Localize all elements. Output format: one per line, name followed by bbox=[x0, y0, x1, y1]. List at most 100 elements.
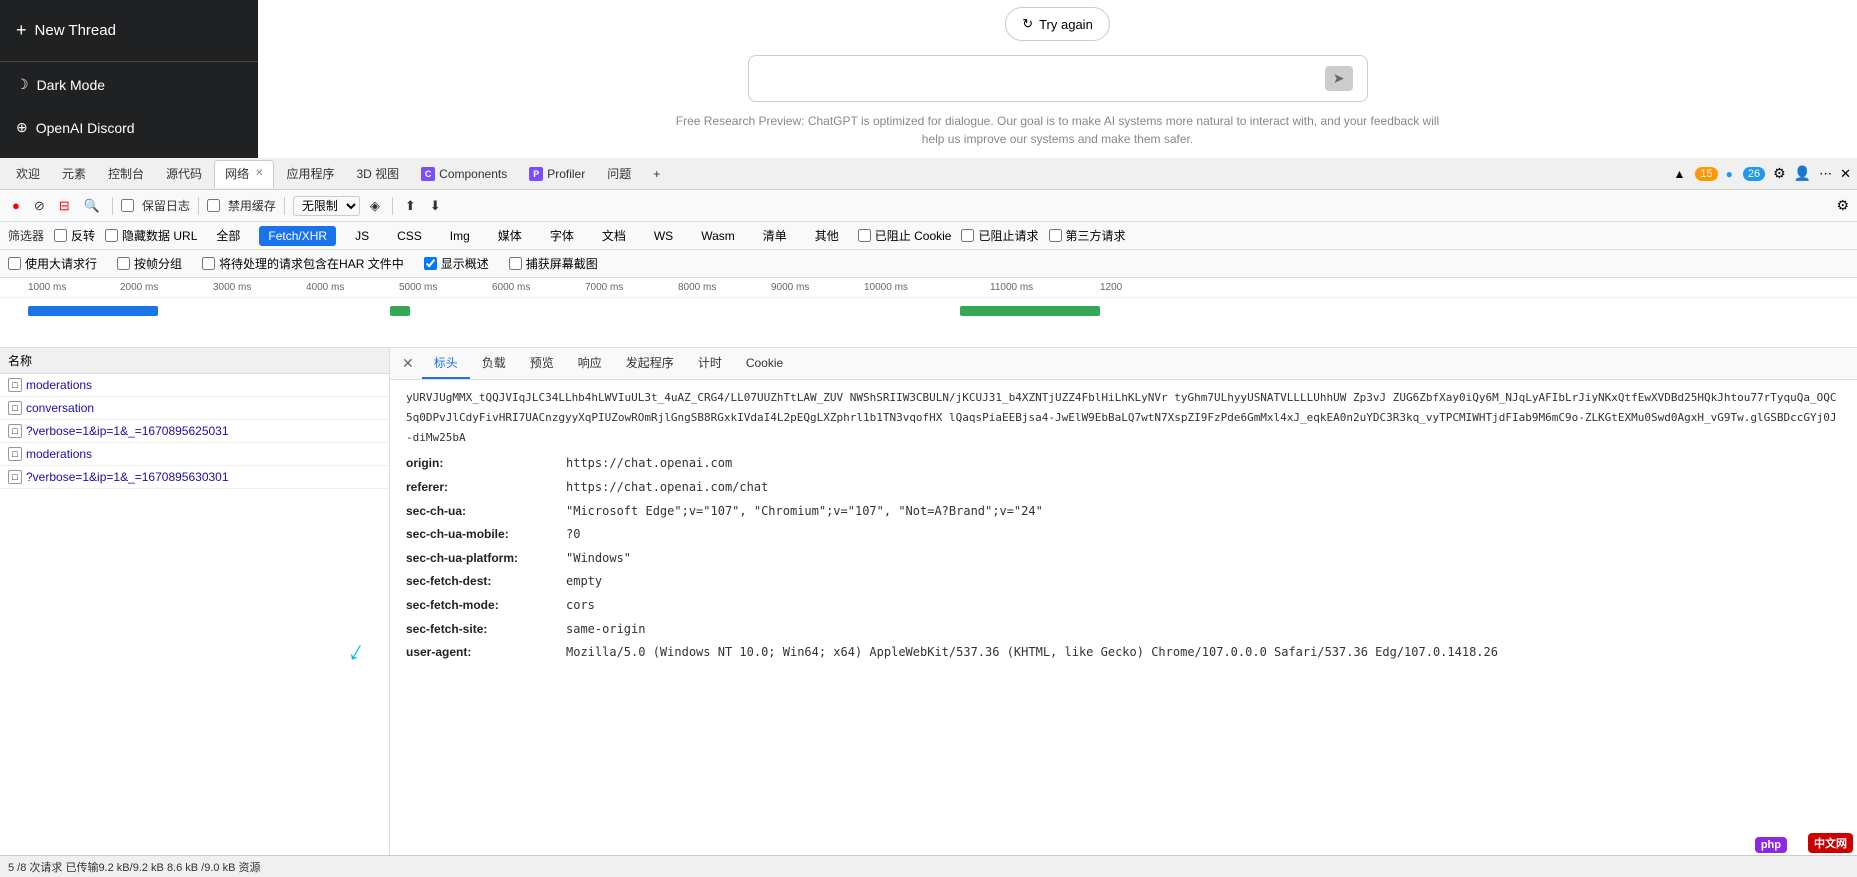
record-button[interactable]: ● bbox=[8, 196, 24, 215]
filter-blocked-cookie[interactable]: 已阻止 Cookie bbox=[858, 227, 952, 244]
filter-css-button[interactable]: CSS bbox=[388, 226, 431, 246]
import-har-button[interactable]: ⬆ bbox=[401, 196, 420, 216]
capture-screenshot-checkbox[interactable] bbox=[509, 257, 522, 270]
detail-tab-headers[interactable]: 标头 bbox=[422, 348, 470, 379]
filter-wasm-button[interactable]: Wasm bbox=[692, 226, 744, 246]
moon-icon: ☽ bbox=[16, 76, 29, 93]
tab-components[interactable]: C Components bbox=[411, 160, 517, 188]
filter-manifest-button[interactable]: 清单 bbox=[754, 224, 796, 247]
tab-network-close[interactable]: ✕ bbox=[255, 168, 263, 179]
request-type-icon: □ bbox=[8, 401, 22, 415]
list-item[interactable]: □ ?verbose=1&ip=1&_=1670895630301 bbox=[0, 466, 389, 489]
filter-blocked-request[interactable]: 已阻止请求 bbox=[961, 227, 1038, 244]
include-pending-checkbox[interactable] bbox=[202, 257, 215, 270]
option-capture-screenshot[interactable]: 捕获屏幕截图 bbox=[509, 255, 598, 272]
filter-invert-checkbox[interactable] bbox=[54, 229, 67, 242]
detail-tab-cookie[interactable]: Cookie bbox=[734, 350, 795, 378]
tl-label-1000: 1000 ms bbox=[28, 282, 66, 293]
detail-tab-preview[interactable]: 预览 bbox=[518, 348, 566, 379]
filter-font-button[interactable]: 字体 bbox=[541, 224, 583, 247]
option-show-overview[interactable]: 显示概述 bbox=[424, 255, 489, 272]
throttle-dropdown[interactable]: 无限制 bbox=[293, 196, 360, 216]
list-item[interactable]: □ conversation bbox=[0, 397, 389, 420]
list-item[interactable]: □ ?verbose=1&ip=1&_=1670895625031 bbox=[0, 420, 389, 443]
filter-fetch-xhr-button[interactable]: Fetch/XHR bbox=[259, 226, 336, 246]
detail-tab-response[interactable]: 响应 bbox=[566, 348, 614, 379]
disable-cache-checkbox[interactable] bbox=[207, 199, 220, 212]
list-item[interactable]: □ moderations bbox=[0, 374, 389, 397]
chat-input[interactable] bbox=[763, 71, 1325, 87]
large-rows-checkbox[interactable] bbox=[8, 257, 21, 270]
detail-tab-preview-label: 预览 bbox=[530, 356, 554, 370]
header-row-sec-ch-ua-platform: sec-ch-ua-platform: "Windows" bbox=[406, 548, 1841, 570]
filter-third-party-checkbox[interactable] bbox=[1049, 229, 1062, 242]
tab-console-label: 控制台 bbox=[108, 165, 144, 182]
tab-welcome[interactable]: 欢迎 bbox=[6, 160, 50, 188]
list-item[interactable]: □ moderations bbox=[0, 443, 389, 466]
filter-third-party[interactable]: 第三方请求 bbox=[1049, 227, 1126, 244]
tab-profiler[interactable]: P Profiler bbox=[519, 160, 595, 188]
filter-hide-data-urls[interactable]: 隐藏数据 URL bbox=[105, 227, 197, 244]
search-button[interactable]: 🔍 bbox=[80, 196, 104, 216]
php-badge[interactable]: php bbox=[1755, 837, 1787, 853]
close-devtools-icon[interactable]: ✕ bbox=[1840, 166, 1851, 182]
tab-3d-view[interactable]: 3D 视图 bbox=[346, 160, 409, 188]
filter-ws-button[interactable]: WS bbox=[645, 226, 682, 246]
chat-area: ↻ Try again ➤ Free Research Preview: Cha… bbox=[258, 0, 1857, 155]
zhongwenwang-label: 中文网 bbox=[1814, 838, 1847, 850]
filter-all-button[interactable]: 全部 bbox=[207, 224, 249, 247]
option-group-by-frame[interactable]: 按帧分组 bbox=[117, 255, 182, 272]
detail-tab-initiator[interactable]: 发起程序 bbox=[614, 348, 686, 379]
tab-elements[interactable]: 元素 bbox=[52, 160, 96, 188]
tab-network[interactable]: 网络 ✕ bbox=[214, 160, 274, 188]
customize-icon[interactable]: 👤 bbox=[1794, 165, 1811, 182]
filter-doc-button[interactable]: 文档 bbox=[593, 224, 635, 247]
show-overview-checkbox[interactable] bbox=[424, 257, 437, 270]
filter-invert-label: 反转 bbox=[71, 227, 95, 244]
tab-add[interactable]: + bbox=[643, 160, 670, 188]
detail-tab-headers-label: 标头 bbox=[434, 356, 458, 370]
throttle-settings-icon[interactable]: ◈ bbox=[366, 196, 384, 216]
dark-mode-button[interactable]: ☽ Dark Mode bbox=[0, 62, 258, 107]
network-timeline: 1000 ms 2000 ms 3000 ms 4000 ms 5000 ms … bbox=[0, 278, 1857, 348]
option-include-pending[interactable]: 将待处理的请求包含在HAR 文件中 bbox=[202, 255, 404, 272]
filter-hide-data-checkbox[interactable] bbox=[105, 229, 118, 242]
send-button[interactable]: ➤ bbox=[1325, 66, 1353, 91]
new-thread-button[interactable]: + New Thread bbox=[0, 0, 258, 62]
close-panel-button[interactable]: ✕ bbox=[398, 351, 418, 376]
zhongwenwang-badge[interactable]: 中文网 bbox=[1808, 833, 1853, 853]
settings-icon[interactable]: ⚙ bbox=[1773, 165, 1786, 182]
filter-js-button[interactable]: JS bbox=[346, 226, 378, 246]
try-again-button[interactable]: ↻ Try again bbox=[1005, 7, 1110, 41]
discord-button[interactable]: ⊕ OpenAI Discord bbox=[0, 107, 258, 148]
preserve-log-label: 保留日志 bbox=[142, 197, 190, 214]
filter-blocked-cookie-checkbox[interactable] bbox=[858, 229, 871, 242]
filter-invert[interactable]: 反转 bbox=[54, 227, 95, 244]
option-large-rows[interactable]: 使用大请求行 bbox=[8, 255, 97, 272]
header-val-sec-fetch-site: same-origin bbox=[566, 619, 645, 641]
tab-console[interactable]: 控制台 bbox=[98, 160, 154, 188]
tab-application-label: 应用程序 bbox=[286, 165, 334, 182]
clear-button[interactable]: ⊟ bbox=[55, 196, 74, 216]
tab-issues[interactable]: 问题 bbox=[597, 160, 641, 188]
export-har-button[interactable]: ⬇ bbox=[426, 196, 445, 216]
detail-tab-payload[interactable]: 负载 bbox=[470, 348, 518, 379]
tab-sources[interactable]: 源代码 bbox=[156, 160, 212, 188]
detail-tab-timing[interactable]: 计时 bbox=[686, 348, 734, 379]
preserve-log-checkbox[interactable] bbox=[121, 199, 134, 212]
more-options-icon[interactable]: ⋯ bbox=[1819, 166, 1832, 182]
filter-blocked-request-checkbox[interactable] bbox=[961, 229, 974, 242]
tab-application[interactable]: 应用程序 bbox=[276, 160, 344, 188]
filter-img-button[interactable]: Img bbox=[441, 226, 479, 246]
include-pending-label: 将待处理的请求包含在HAR 文件中 bbox=[219, 255, 404, 272]
request-name: ?verbose=1&ip=1&_=1670895630301 bbox=[26, 470, 229, 484]
request-name: conversation bbox=[26, 401, 94, 415]
add-tab-icon: + bbox=[653, 167, 660, 181]
filter-media-button[interactable]: 媒体 bbox=[489, 224, 531, 247]
filter-other-button[interactable]: 其他 bbox=[806, 224, 848, 247]
request-name: moderations bbox=[26, 447, 92, 461]
group-by-frame-checkbox[interactable] bbox=[117, 257, 130, 270]
gear-icon[interactable]: ⚙ bbox=[1836, 197, 1849, 213]
stop-button[interactable]: ⊘ bbox=[30, 196, 49, 216]
devtools-toolbar: ● ⊘ ⊟ 🔍 保留日志 禁用缓存 无限制 ◈ ⬆ ⬇ ⚙ bbox=[0, 190, 1857, 222]
